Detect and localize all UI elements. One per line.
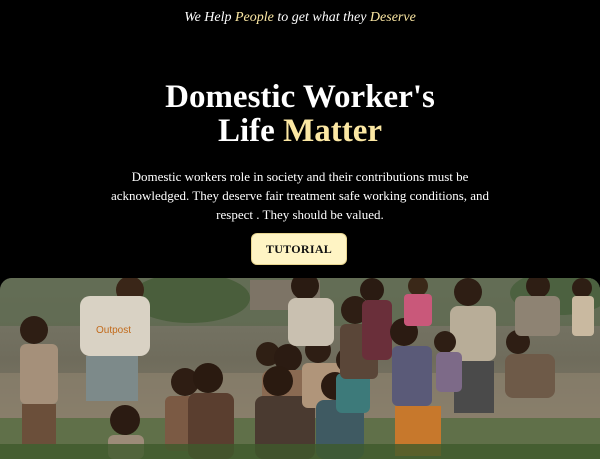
title-line-2-highlight: Matter	[283, 113, 382, 149]
hero-section: We Help People to get what they Deserve …	[0, 0, 600, 278]
tagline-part-2: to get what they	[273, 10, 370, 25]
title-line-1: Domestic Worker's	[165, 79, 435, 115]
tagline-part-1: We Help	[184, 10, 235, 25]
tutorial-button[interactable]: TUTORIAL	[251, 233, 347, 265]
page-title: Domestic Worker's Life Matter	[0, 80, 600, 148]
tagline-highlight-deserve: Deserve	[369, 10, 416, 25]
hero-description: Domestic workers role in society and the…	[110, 169, 490, 222]
children-photo: Outpost	[0, 278, 600, 459]
tagline-highlight-people: People	[235, 10, 274, 25]
shirt-text: Outpost	[96, 325, 131, 336]
title-line-2-plain: Life	[218, 113, 284, 149]
tagline: We Help People to get what they Deserve	[0, 10, 600, 26]
